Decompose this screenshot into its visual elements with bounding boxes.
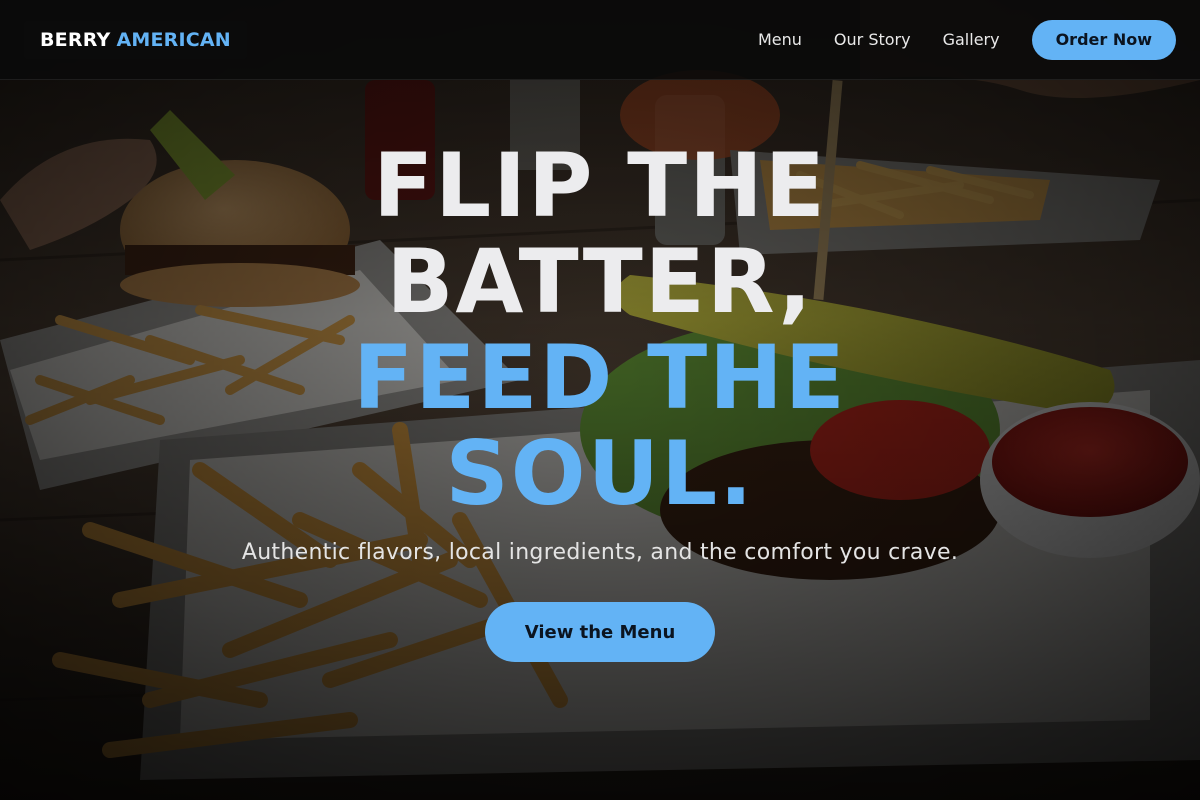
nav-link-menu[interactable]: Menu (758, 30, 802, 49)
hero-headline: FLIP THE BATTER, FEED THE SOUL. (0, 138, 1200, 522)
view-menu-button[interactable]: View the Menu (485, 602, 715, 662)
hero-subtitle: Authentic flavors, local ingredients, an… (241, 540, 959, 565)
hero-section: FLIP THE BATTER, FEED THE SOUL. Authenti… (0, 80, 1200, 800)
headline-line-4: SOUL. (445, 422, 755, 525)
nav-link-our-story[interactable]: Our Story (834, 30, 911, 49)
brand-name-part2: AMERICAN (116, 28, 231, 51)
brand-logo[interactable]: BERRY AMERICAN (24, 20, 247, 59)
brand-name-part1: BERRY (40, 28, 111, 51)
headline-line-3: FEED THE (353, 326, 847, 429)
order-now-button[interactable]: Order Now (1031, 19, 1176, 60)
main-nav: Menu Our Story Gallery Order Now (758, 19, 1176, 60)
site-header: BERRY AMERICAN Menu Our Story Gallery Or… (0, 0, 1200, 80)
headline-line-1: FLIP THE (373, 134, 827, 237)
nav-link-gallery[interactable]: Gallery (943, 30, 1000, 49)
headline-line-2: BATTER, (386, 230, 814, 333)
